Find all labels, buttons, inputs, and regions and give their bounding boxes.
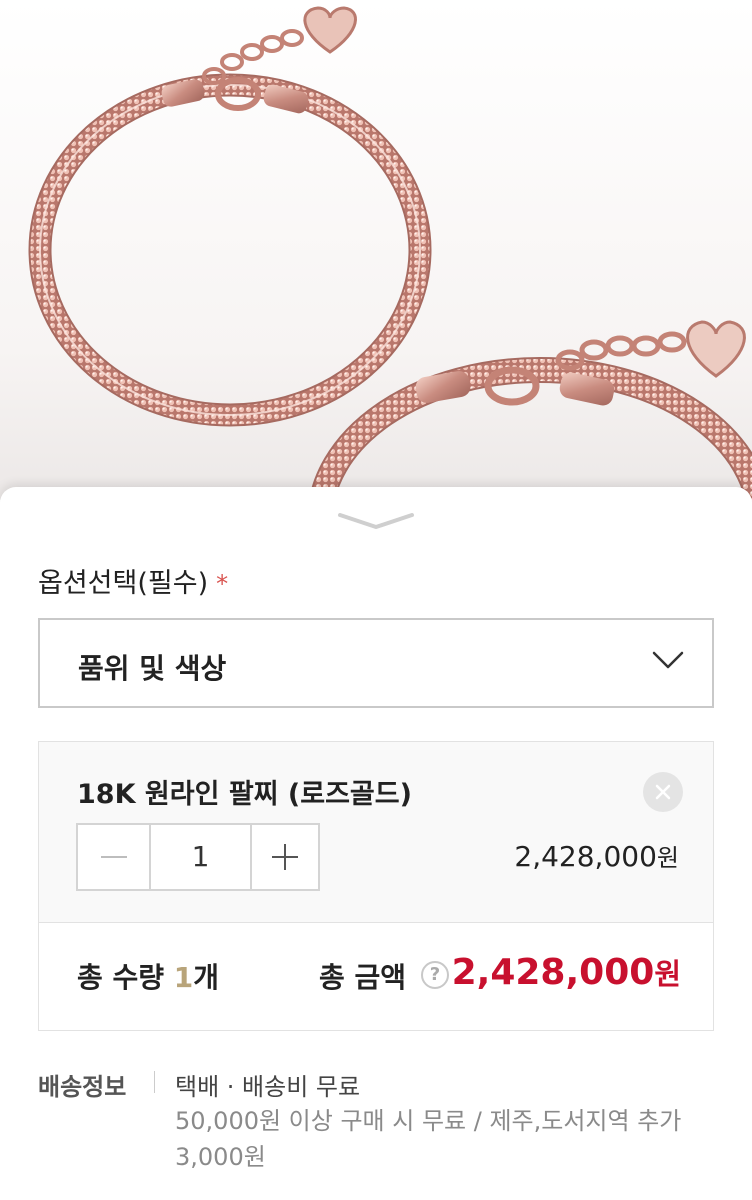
- item-price-currency: 원: [656, 844, 679, 872]
- item-price: 2,428,000원: [514, 838, 679, 873]
- minus-icon: [100, 856, 127, 858]
- close-icon: [655, 784, 671, 800]
- total-quantity-unit: 개: [193, 961, 220, 994]
- option-label-text: 옵션선택(필수): [38, 568, 209, 599]
- total-quantity-label: 총 수량: [77, 961, 165, 994]
- required-mark: *: [216, 570, 229, 598]
- option-label: 옵션선택(필수) *: [38, 561, 228, 600]
- item-name: 18K 원라인 팔찌 (로즈골드): [77, 779, 412, 810]
- option-bottom-sheet: 옵션선택(필수) * 품위 및 색상 18K 원라인 팔찌 (로즈골드) 1 2…: [0, 487, 752, 1200]
- chevron-down-icon: [652, 651, 684, 669]
- selected-item-box: 18K 원라인 팔찌 (로즈골드) 1 2,428,000원 총 수량 1개 총…: [38, 741, 714, 1031]
- bracelet-image: [28, 6, 752, 500]
- chevron-down-icon: [338, 513, 414, 529]
- total-amount-currency: 원: [654, 957, 681, 991]
- shipping-info-label: 배송정보: [38, 1073, 127, 1101]
- shipping-method: 택배 · 배송비 무료: [175, 1073, 361, 1101]
- shipping-separator: [154, 1071, 155, 1093]
- total-amount-label: 총 금액: [319, 961, 407, 994]
- quantity-increase-button[interactable]: [252, 825, 318, 889]
- quantity-decrease-button[interactable]: [78, 825, 151, 889]
- total-quantity-value: 1: [173, 961, 194, 994]
- quantity-value[interactable]: 1: [151, 825, 252, 889]
- product-image: [0, 0, 752, 500]
- help-icon[interactable]: ?: [421, 961, 449, 989]
- remove-item-button[interactable]: [643, 772, 683, 812]
- total-amount-value: 2,428,000: [451, 952, 655, 993]
- total-amount: 2,428,000원: [452, 951, 681, 993]
- quantity-stepper: 1: [76, 823, 320, 891]
- select-value: 품위 및 색상: [78, 652, 227, 685]
- plus-icon: [272, 844, 298, 870]
- total-quantity: 총 수량 1개: [77, 956, 219, 996]
- item-price-value: 2,428,000: [514, 840, 657, 873]
- shipping-note: 50,000원 이상 구매 시 무료 / 제주,도서지역 추가 3,000원: [175, 1107, 682, 1171]
- sheet-collapse-handle[interactable]: [336, 509, 416, 533]
- option-select[interactable]: 품위 및 색상: [38, 618, 714, 708]
